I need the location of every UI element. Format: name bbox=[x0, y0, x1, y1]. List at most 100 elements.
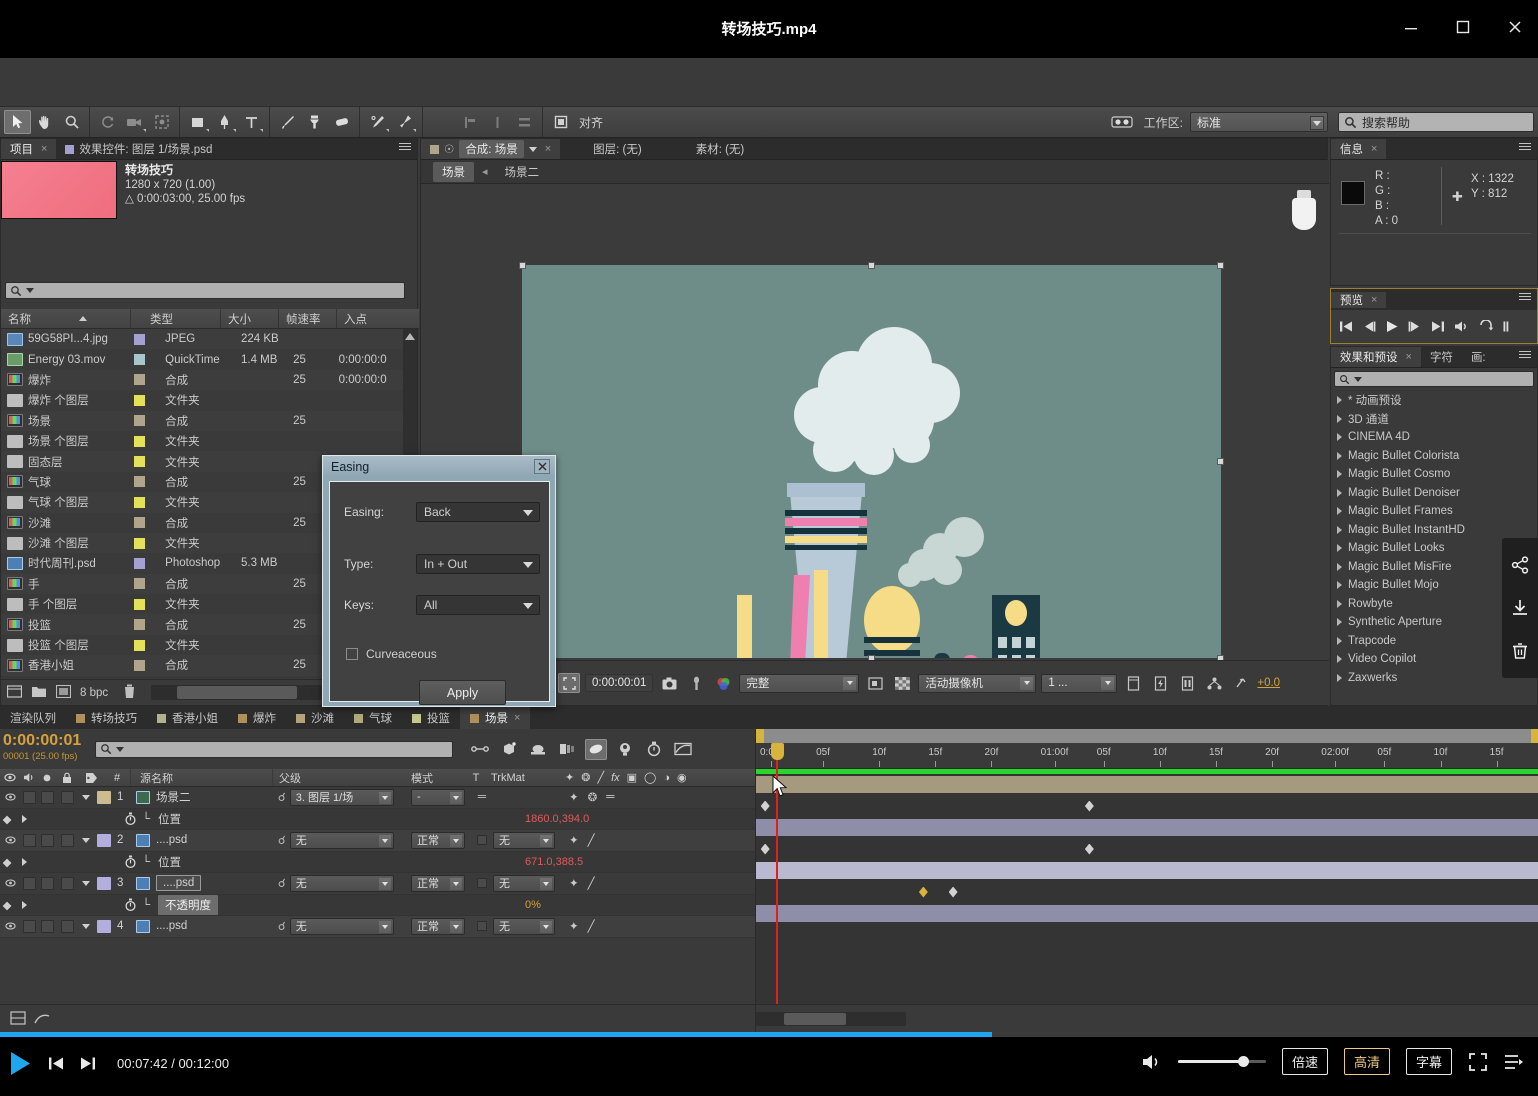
chevron-right-icon[interactable] bbox=[1337, 637, 1342, 645]
tab-info[interactable]: 信息 × bbox=[1331, 139, 1386, 159]
effects-list-item[interactable]: Magic Bullet Cosmo bbox=[1331, 465, 1538, 484]
workspace-camera-icon[interactable] bbox=[1109, 110, 1136, 134]
next-track-icon[interactable] bbox=[79, 1055, 97, 1072]
chevron-right-icon[interactable] bbox=[1337, 563, 1342, 571]
label-swatch[interactable] bbox=[134, 436, 145, 447]
selection-handle-tr[interactable] bbox=[1217, 262, 1224, 269]
label-swatch[interactable] bbox=[134, 640, 145, 651]
layer-audio-toggle[interactable] bbox=[20, 830, 38, 851]
effects-list-item[interactable]: CINEMA 4D bbox=[1331, 428, 1538, 447]
column-inpoint[interactable]: 入点 bbox=[337, 309, 407, 328]
search-help-input[interactable]: 搜索帮助 bbox=[1338, 112, 1534, 132]
project-search-input[interactable] bbox=[5, 282, 405, 299]
chevron-right-icon[interactable] bbox=[1337, 674, 1342, 682]
label-swatch[interactable] bbox=[134, 476, 145, 487]
switch-quality-icon[interactable]: ╱ bbox=[588, 833, 595, 847]
layer-mode[interactable]: 正常 bbox=[411, 916, 471, 937]
layer-source-name[interactable]: ....psd bbox=[136, 873, 278, 894]
panel-menu-icon[interactable] bbox=[1519, 351, 1531, 360]
chevron-right-icon[interactable] bbox=[1337, 470, 1342, 478]
keyframe-marker[interactable] bbox=[1085, 801, 1094, 812]
region-of-interest-icon[interactable] bbox=[558, 673, 580, 693]
layer-trkmat[interactable] bbox=[493, 787, 561, 808]
layer-switches[interactable]: ✦╱ bbox=[561, 873, 595, 894]
timeline-horizontal-scrollbar[interactable] bbox=[756, 1012, 906, 1026]
label-swatch[interactable] bbox=[134, 578, 145, 589]
label-swatch[interactable] bbox=[134, 538, 145, 549]
minimize-icon[interactable] bbox=[1398, 14, 1424, 40]
layer-label-color[interactable] bbox=[94, 787, 114, 808]
layer-audio-toggle[interactable] bbox=[20, 916, 38, 937]
label-swatch[interactable] bbox=[134, 619, 145, 630]
roto-brush-icon[interactable] bbox=[364, 110, 391, 134]
maximize-icon[interactable] bbox=[1450, 14, 1476, 40]
project-list-item[interactable]: 爆炸合成250:00:00:0 bbox=[1, 370, 405, 390]
selection-handle-tl[interactable] bbox=[519, 262, 526, 269]
timeline-keyframe-row[interactable] bbox=[756, 882, 1538, 904]
trash-icon[interactable] bbox=[1510, 641, 1530, 661]
rectangle-icon[interactable] bbox=[184, 110, 211, 134]
speed-button[interactable]: 倍速 bbox=[1282, 1048, 1328, 1075]
pickwhip-icon[interactable]: ☌ bbox=[278, 833, 286, 847]
keyframe-marker[interactable] bbox=[919, 887, 928, 898]
chevron-right-icon[interactable] bbox=[1337, 396, 1342, 404]
close-icon[interactable]: × bbox=[545, 143, 551, 155]
align-center-icon[interactable] bbox=[484, 110, 511, 134]
layer-parent[interactable]: ☌无 bbox=[278, 830, 411, 851]
align-panel-icon[interactable] bbox=[547, 110, 574, 134]
hide-shy-layers-icon[interactable] bbox=[527, 739, 549, 760]
effects-list-item[interactable]: * 动画预设 bbox=[1331, 391, 1538, 410]
stopwatch-icon[interactable] bbox=[118, 895, 142, 916]
mode-select[interactable]: - bbox=[411, 789, 465, 806]
pickwhip-icon[interactable]: ☌ bbox=[278, 790, 286, 804]
align-left-icon[interactable] bbox=[457, 110, 484, 134]
layer-switches[interactable]: ✦❂═ bbox=[561, 787, 614, 808]
layer-row[interactable]: 2....psd☌无正常无✦╱ bbox=[0, 830, 755, 852]
timeline-tab[interactable]: 投篮 bbox=[402, 707, 460, 729]
volume-knob[interactable] bbox=[1238, 1056, 1249, 1067]
layer-rows[interactable]: 1场景二☌3. 图层 1/场-═✦❂═◆└位置1860.0,394.02....… bbox=[0, 787, 755, 982]
layer-label-color[interactable] bbox=[94, 873, 114, 894]
effects-list-item[interactable]: 3D 通道 bbox=[1331, 410, 1538, 429]
easing-dialog[interactable]: Easing Easing: Back Type: In + Out bbox=[322, 455, 556, 707]
layer-switches[interactable]: ✦╱ bbox=[561, 916, 595, 937]
effects-list-item[interactable]: Magic Bullet Denoiser bbox=[1331, 484, 1538, 503]
layer-video-toggle[interactable] bbox=[0, 787, 20, 808]
layer-parent[interactable]: ☌无 bbox=[278, 916, 411, 937]
label-swatch[interactable] bbox=[134, 517, 145, 528]
keyframe-marker[interactable] bbox=[761, 844, 770, 855]
brainstorm-icon[interactable] bbox=[614, 739, 636, 760]
prev-frame-icon[interactable] bbox=[1362, 320, 1376, 333]
mode-select[interactable]: 正常 bbox=[411, 832, 465, 849]
next-frame-icon[interactable] bbox=[1408, 320, 1422, 333]
region-toggle-icon[interactable] bbox=[864, 673, 886, 693]
fullscreen-icon[interactable] bbox=[1468, 1052, 1488, 1072]
label-swatch[interactable] bbox=[134, 334, 145, 345]
close-icon[interactable]: × bbox=[1371, 143, 1377, 155]
timeline-layer-bar-row[interactable] bbox=[756, 817, 1538, 839]
keyframe-marker[interactable] bbox=[1085, 844, 1094, 855]
layer-expand-triangle[interactable] bbox=[78, 873, 94, 894]
col-t[interactable]: T bbox=[465, 769, 487, 786]
apply-button[interactable]: Apply bbox=[419, 680, 506, 705]
parent-select[interactable]: 无 bbox=[290, 832, 394, 849]
switch-quality-icon[interactable]: ╱ bbox=[588, 919, 595, 933]
panel-menu-icon[interactable] bbox=[1519, 293, 1531, 302]
col-trkmat[interactable]: TrkMat bbox=[487, 769, 555, 786]
quality-button[interactable]: 高清 bbox=[1344, 1048, 1390, 1075]
layer-property-row[interactable]: ◆└位置671.0,388.5 bbox=[0, 852, 755, 874]
chevron-right-icon[interactable] bbox=[1337, 655, 1342, 663]
layer-solo-toggle[interactable] bbox=[38, 830, 56, 851]
share-icon[interactable] bbox=[1510, 555, 1530, 575]
close-icon[interactable]: × bbox=[514, 712, 520, 724]
timeline-tab[interactable]: 场景× bbox=[460, 707, 530, 729]
volume-icon[interactable] bbox=[1142, 1053, 1162, 1071]
lock-icon[interactable]: ☉ bbox=[444, 142, 454, 156]
fast-preview-icon[interactable] bbox=[1149, 673, 1171, 693]
clone-stamp-icon[interactable] bbox=[301, 110, 328, 134]
graph-editor-icon[interactable] bbox=[672, 739, 694, 760]
switch-quality-icon[interactable]: ═ bbox=[606, 791, 614, 803]
switch-shy-icon[interactable]: ✦ bbox=[569, 876, 579, 890]
rotate-icon[interactable] bbox=[94, 110, 121, 134]
property-label[interactable]: 不透明度 bbox=[158, 895, 218, 916]
